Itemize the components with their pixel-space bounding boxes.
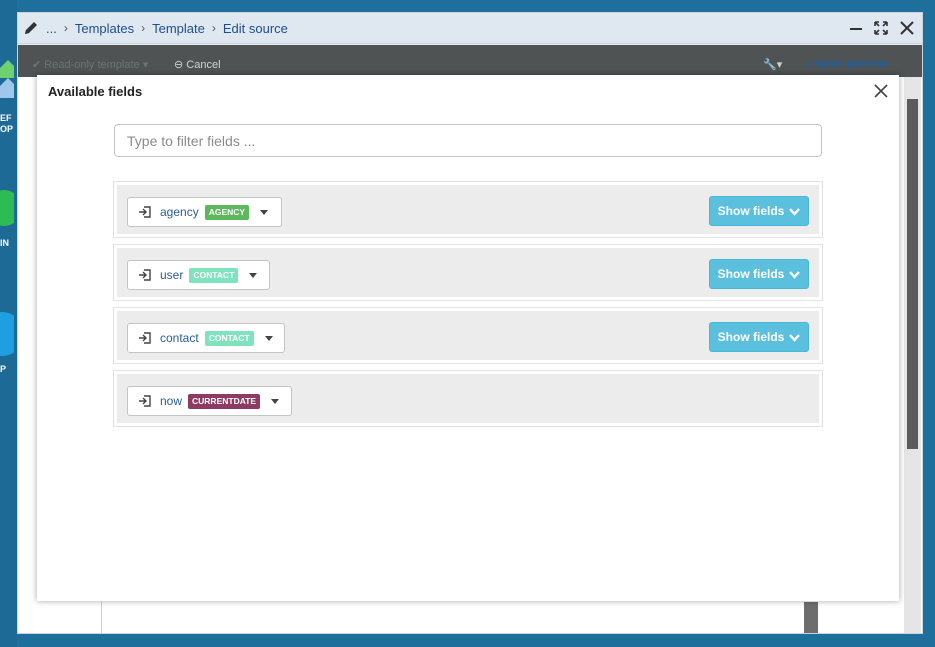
dropdown-toggle[interactable]: [258, 324, 280, 352]
breadcrumb-separator: ›: [141, 21, 146, 35]
field-agency-button[interactable]: agency AGENCY: [127, 197, 282, 227]
editor-panel-edge: [804, 602, 818, 633]
field-name: user: [160, 268, 184, 282]
title-bar: ... › Templates › Template › Edit source: [18, 13, 922, 44]
filter-fields-input[interactable]: [114, 124, 822, 157]
field-row: contact CONTACT Show fields: [113, 307, 823, 364]
dropdown-toggle[interactable]: [242, 261, 264, 289]
desktop-label: P: [0, 364, 7, 374]
readonly-template-label: Read-only template: [44, 59, 140, 71]
close-icon[interactable]: [873, 83, 889, 99]
maximize-icon[interactable]: [872, 19, 890, 37]
chevron-down-icon: [789, 270, 801, 279]
readonly-template-dropdown[interactable]: ✔ Read-only template ▾: [32, 58, 148, 71]
field-row: agency AGENCY Show fields: [113, 181, 823, 238]
wrench-icon[interactable]: 🔧▾: [763, 58, 782, 71]
dropdown-toggle[interactable]: [253, 198, 275, 226]
desktop-label: EF: [0, 113, 12, 123]
cancel-label: Cancel: [186, 59, 221, 71]
breadcrumb-edit-source: Edit source: [222, 20, 288, 36]
field-name: contact: [160, 331, 199, 345]
caret-down-icon: [249, 272, 258, 278]
toolbar: ✔ Read-only template ▾ ⊖ Cancel 🔧▾ ⌕ Ope…: [18, 45, 922, 77]
available-fields-modal: Available fields agency AGENCY Show fiel…: [37, 75, 899, 601]
field-row-inner: contact CONTACT Show fields: [117, 311, 819, 360]
breadcrumb-separator: ›: [63, 21, 68, 35]
chevron-down-icon: [789, 207, 801, 216]
field-name: agency: [160, 205, 199, 219]
desktop-label: OP: [0, 124, 14, 134]
sign-in-icon: [139, 332, 151, 344]
field-name: now: [160, 394, 183, 408]
sign-in-icon: [139, 206, 151, 218]
chevron-down-icon: [789, 333, 801, 342]
breadcrumb-separator: ›: [211, 21, 216, 35]
show-fields-button[interactable]: Show fields: [709, 259, 809, 289]
show-fields-button[interactable]: Show fields: [709, 196, 809, 226]
breadcrumb-template[interactable]: Template: [152, 21, 205, 36]
field-contact-button[interactable]: contact CONTACT: [127, 323, 285, 353]
caret-down-icon: [260, 209, 269, 215]
editor-scrollbar[interactable]: [904, 77, 921, 633]
field-row-inner: now CURRENTDATE: [117, 374, 819, 423]
field-row: now CURRENTDATE: [113, 370, 823, 427]
desktop-strip: EF OP IN P: [0, 0, 17, 647]
field-now-button[interactable]: now CURRENTDATE: [127, 386, 292, 416]
dropdown-toggle[interactable]: [264, 387, 286, 415]
field-type-badge: CONTACT: [189, 267, 239, 283]
field-user-button[interactable]: user CONTACT: [127, 260, 270, 290]
show-fields-button[interactable]: Show fields: [709, 322, 809, 352]
caret-down-icon: [264, 335, 273, 341]
caret-down-icon: [271, 398, 280, 404]
field-type-badge: AGENCY: [204, 204, 250, 220]
home-icon[interactable]: [0, 58, 14, 98]
sign-in-icon: [139, 395, 151, 407]
show-fields-label: Show fields: [717, 267, 785, 281]
field-type-badge: CURRENTDATE: [188, 393, 261, 409]
blue-circle-icon[interactable]: [0, 310, 14, 358]
open-preview-label: Open preview: [815, 58, 888, 70]
green-circle-icon[interactable]: [0, 186, 14, 230]
show-fields-label: Show fields: [717, 330, 785, 344]
field-row-inner: user CONTACT Show fields: [117, 248, 819, 297]
modal-title: Available fields: [48, 84, 143, 99]
field-row-inner: agency AGENCY Show fields: [117, 185, 819, 234]
show-fields-label: Show fields: [717, 204, 785, 218]
field-type-badge: CONTACT: [204, 330, 254, 346]
breadcrumb-templates[interactable]: Templates: [75, 21, 134, 36]
scrollbar-thumb[interactable]: [907, 99, 918, 449]
field-row: user CONTACT Show fields: [113, 244, 823, 301]
desktop-label: IN: [0, 238, 9, 248]
cancel-button[interactable]: ⊖ Cancel: [174, 58, 221, 71]
close-window-icon[interactable]: [898, 19, 916, 37]
sign-in-icon: [139, 269, 151, 281]
open-preview-button[interactable]: ⌕ Open preview: [806, 58, 887, 71]
editor-gutter: [101, 602, 102, 633]
pencil-icon: [25, 22, 37, 34]
minimize-icon[interactable]: [847, 19, 865, 37]
breadcrumb-ellipsis[interactable]: ...: [46, 21, 57, 36]
